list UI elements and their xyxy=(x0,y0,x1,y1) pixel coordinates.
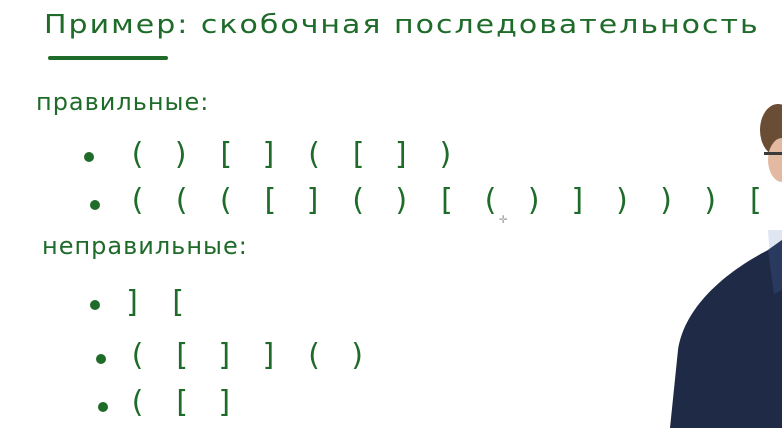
incorrect-heading: неправильные: xyxy=(42,232,248,260)
correct-item-1: ( ) [ ] ( [ ] ) xyxy=(128,137,459,172)
bullet-icon xyxy=(96,354,106,364)
bullet-icon xyxy=(98,402,108,412)
bullet-icon xyxy=(90,300,100,310)
incorrect-item-1: ] [ xyxy=(124,285,191,320)
bullet-icon xyxy=(90,200,100,210)
correct-heading: правильные: xyxy=(36,88,210,116)
title-underline xyxy=(48,56,168,60)
bullet-icon xyxy=(84,152,94,162)
presenter-image xyxy=(650,90,782,428)
incorrect-item-3: ( [ ] xyxy=(128,385,239,420)
presenter-figure-icon xyxy=(670,104,782,428)
page-title: Пример: скобочная последовательность xyxy=(44,10,760,40)
incorrect-item-2: ( [ ] ] ( ) xyxy=(128,338,371,373)
cursor-crosshair-icon: ✛ xyxy=(499,211,508,227)
